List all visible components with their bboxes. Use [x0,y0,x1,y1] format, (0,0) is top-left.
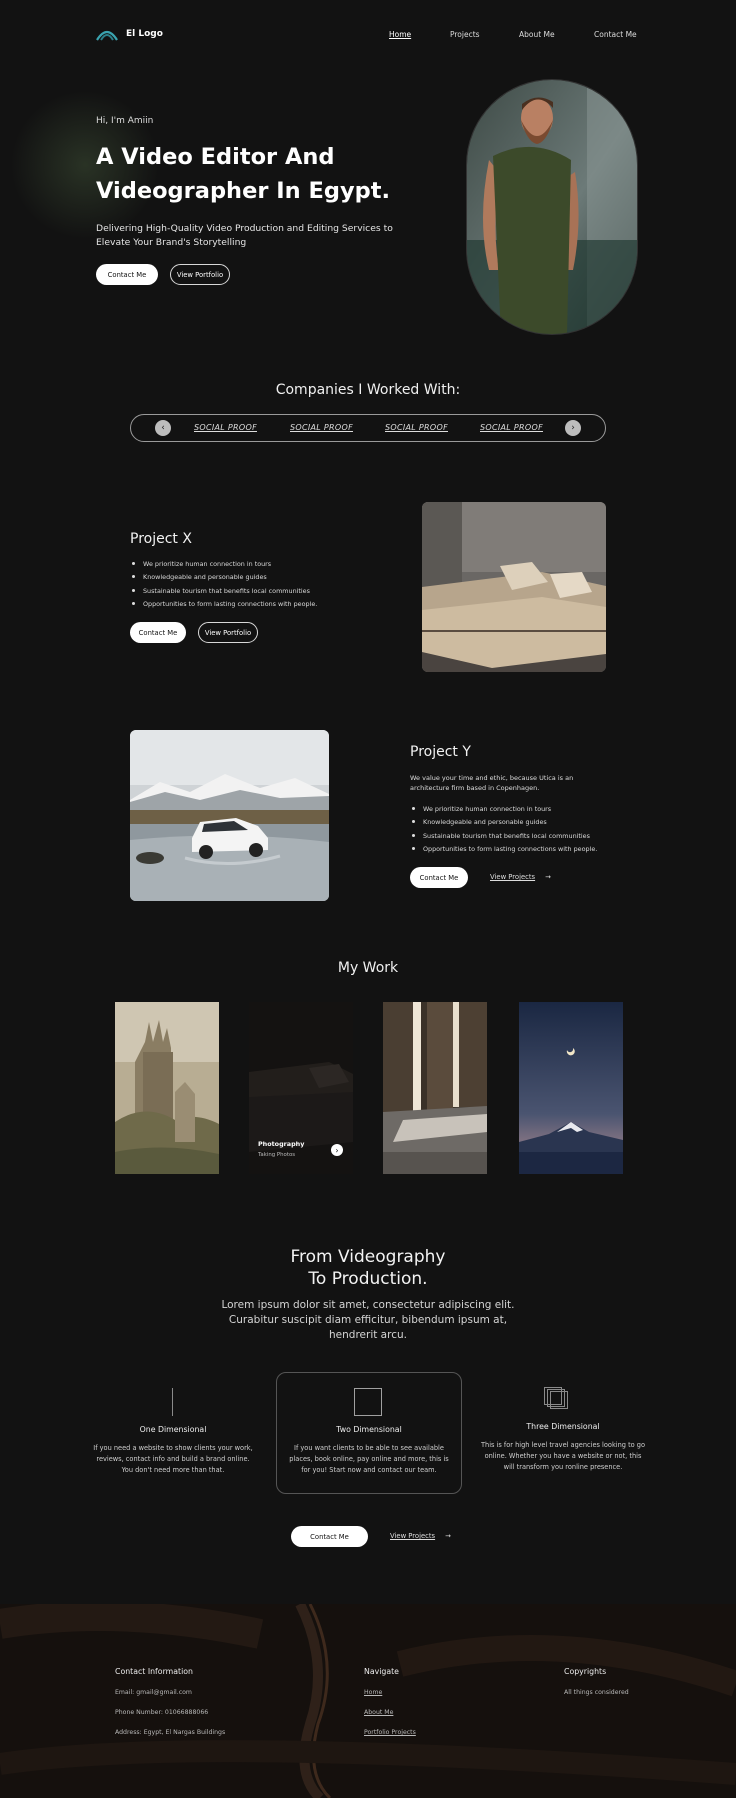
nav-contact[interactable]: Contact Me [594,30,637,39]
work-card-castle[interactable] [115,1002,219,1174]
footer-copyright-title: Copyrights [564,1667,607,1676]
project-x-image [422,502,606,672]
production-title: From Videography To Production. [218,1246,518,1290]
feature-two-desc: If you want clients to be able to see av… [289,1444,449,1474]
production-view-projects-link[interactable]: View Projects → [390,1532,451,1540]
feature-one-title: One Dimensional [139,1425,207,1434]
hero-subtitle: Delivering High-Quality Video Production… [96,223,393,248]
project-x-bullets: We prioritize human connection in tours … [132,560,392,613]
project-x-portfolio-button[interactable]: View Portfolio [198,622,258,643]
production-contact-button[interactable]: Contact Me [291,1526,368,1547]
project-y-contact-button[interactable]: Contact Me [410,867,468,888]
arrow-right-icon: › [335,1145,339,1155]
work-card-mountain[interactable] [519,1002,623,1174]
work-card-title: Photography [258,1140,305,1148]
list-item: Knowledgeable and personable guides [412,818,672,831]
production-title-line1: From Videography [290,1247,446,1267]
footer-copyright-text: All things considered [564,1689,629,1696]
footer-contact-title: Contact Information [115,1667,193,1676]
footer-email: Email: gmail@gmail.com [115,1689,192,1696]
project-x-title: Project X [130,531,192,547]
company-logo: SOCIAL PROOF [480,423,543,432]
footer-navigate-title: Navigate [364,1667,399,1676]
work-card-architecture[interactable] [383,1002,487,1174]
list-item: We prioritize human connection in tours [132,560,392,573]
square-icon [354,1388,382,1416]
hero-portrait [466,79,638,335]
carousel-prev-button[interactable]: ‹ [155,420,171,436]
companies-title: Companies I Worked With: [275,382,461,398]
list-item: We prioritize human connection in tours [412,805,672,818]
work-card-open-button[interactable]: › [331,1144,343,1156]
logo-text: El Logo [126,29,163,39]
footer-link-portfolio[interactable]: Portfolio Projects [364,1729,416,1736]
list-item: Opportunities to form lasting connection… [412,845,672,858]
company-logo: SOCIAL PROOF [194,423,257,432]
feature-one-desc: If you need a website to show clients yo… [93,1444,253,1474]
footer-phone: Phone Number: 01066888066 [115,1709,209,1716]
arrow-right-icon: → [545,873,551,881]
hero-title-line2: Videographer In Egypt. [96,178,391,204]
feature-three-desc: This is for high level travel agencies l… [480,1441,646,1471]
work-card-photography[interactable]: Photography Taking Photos › [249,1002,353,1174]
hero-contact-button[interactable]: Contact Me [96,264,158,285]
footer-link-home[interactable]: Home [364,1689,382,1696]
project-y-description: We value your time and ethic, because Ut… [410,774,574,792]
project-y-image [130,730,329,901]
project-y-view-projects-link[interactable]: View Projects → [490,873,551,881]
project-x-contact-button[interactable]: Contact Me [130,622,186,643]
list-item: Knowledgeable and personable guides [132,573,392,586]
project-y-bullets: We prioritize human connection in tours … [412,805,672,858]
carousel-next-button[interactable]: › [565,420,581,436]
chevron-right-icon: › [571,423,575,433]
production-title-line2: To Production. [308,1269,428,1289]
nav-home[interactable]: Home [389,30,411,39]
work-card-subtitle: Taking Photos [258,1152,296,1158]
footer-address: Address: Egypt, El Nargas Buildings [115,1729,226,1736]
logo-mountain-icon [96,30,118,41]
company-logo: SOCIAL PROOF [385,423,448,432]
view-projects-label: View Projects [490,873,536,881]
nav-about[interactable]: About Me [519,30,555,39]
project-y-title: Project Y [410,744,471,760]
arrow-right-icon: → [445,1532,451,1540]
footer-link-about[interactable]: About Me [364,1709,393,1716]
footer-background [0,1604,736,1798]
production-subtitle: Lorem ipsum dolor sit amet, consectetur … [221,1299,515,1341]
hero-title: A Video Editor And Videographer In Egypt… [96,140,426,208]
company-logo: SOCIAL PROOF [290,423,353,432]
hero-portfolio-button[interactable]: View Portfolio [170,264,230,285]
line-icon [172,1388,173,1416]
work-title: My Work [337,960,399,976]
nav-projects[interactable]: Projects [450,30,480,39]
list-item: Sustainable tourism that benefits local … [132,587,392,600]
view-projects-label: View Projects [390,1532,436,1540]
list-item: Opportunities to form lasting connection… [132,600,392,613]
layers-icon [544,1387,568,1409]
logo[interactable]: El Logo [96,26,163,42]
hero-title-line1: A Video Editor And [96,144,335,170]
feature-three-title: Three Dimensional [526,1422,600,1431]
list-item: Sustainable tourism that benefits local … [412,832,672,845]
hero-greeting: Hi, I'm Amiin [96,116,154,126]
feature-two-title: Two Dimensional [336,1425,402,1434]
chevron-left-icon: ‹ [161,423,165,433]
